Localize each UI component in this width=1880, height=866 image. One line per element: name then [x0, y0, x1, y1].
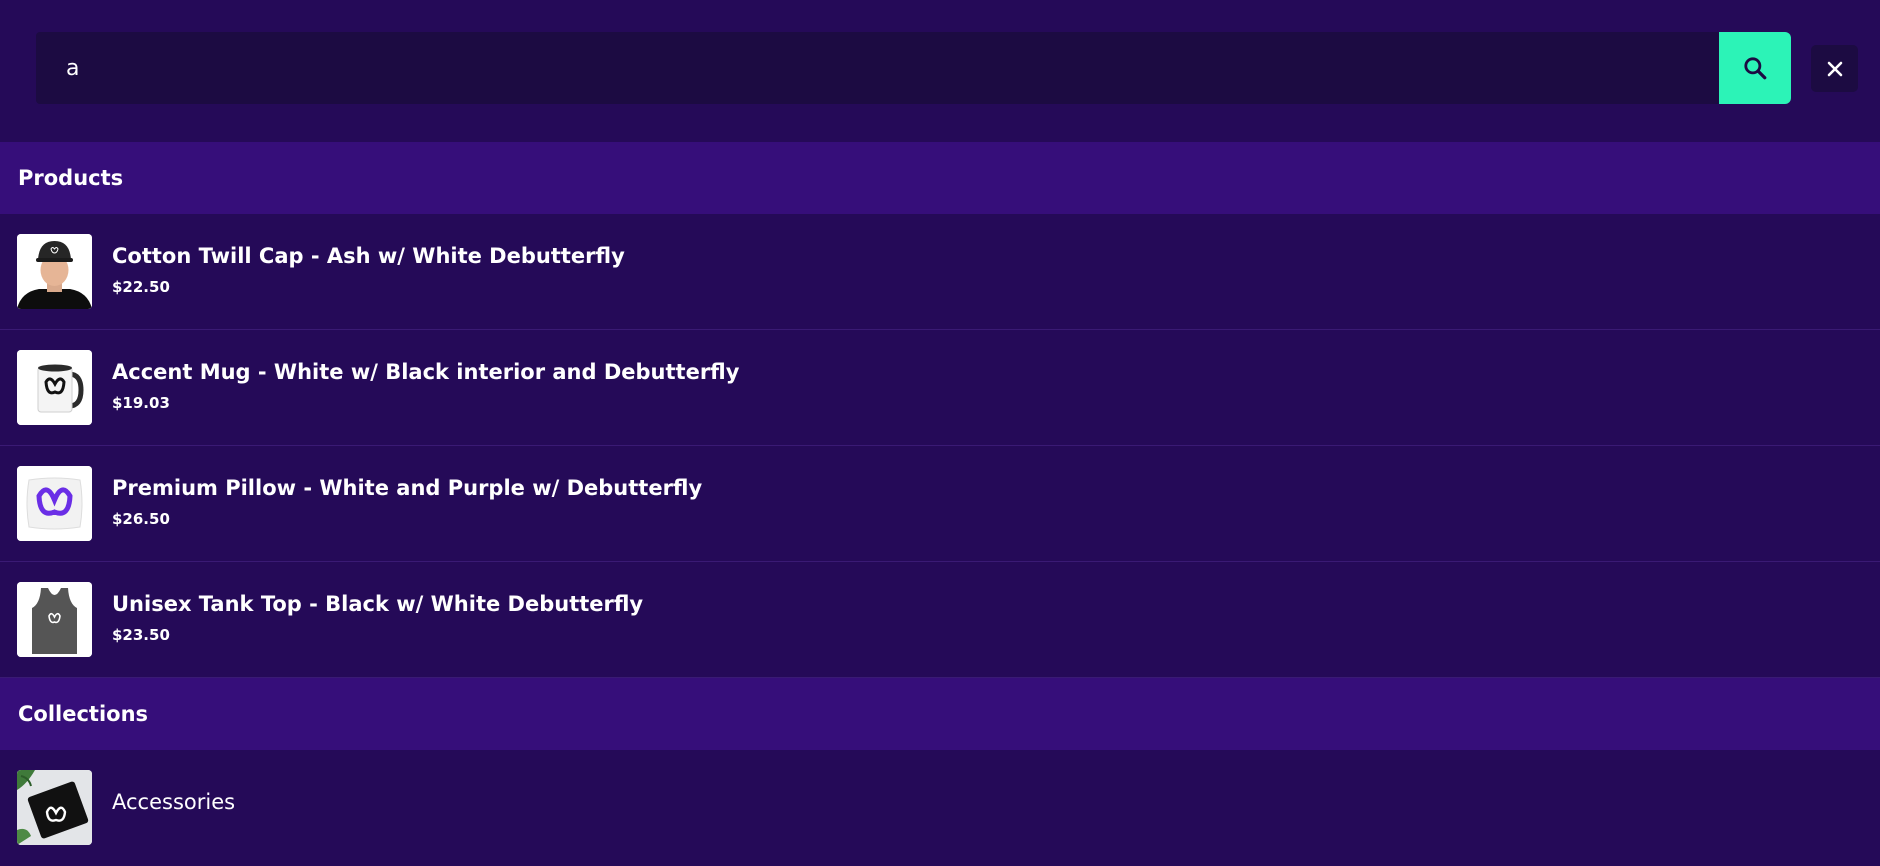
pillow-photo [17, 466, 92, 541]
close-icon [1827, 61, 1842, 76]
products-heading: Products [18, 166, 124, 190]
product-price: $22.50 [112, 278, 170, 296]
product-result-row[interactable]: Unisex Tank Top - Black w/ White Debutte… [0, 562, 1880, 678]
close-button[interactable] [1811, 45, 1858, 92]
products-section-header: Products [0, 142, 1880, 214]
product-title: Unisex Tank Top - Black w/ White Debutte… [112, 592, 644, 616]
product-price: $23.50 [112, 626, 170, 644]
cap-photo [17, 234, 92, 309]
search-bar [0, 0, 1880, 142]
search-icon [1744, 57, 1767, 80]
collection-title: Accessories [112, 790, 236, 814]
mug-photo [17, 350, 92, 425]
product-title: Premium Pillow - White and Purple w/ Deb… [112, 476, 703, 500]
collections-heading: Collections [18, 702, 149, 726]
collections-section-header: Collections [0, 678, 1880, 750]
product-price: $19.03 [112, 394, 170, 412]
search-button[interactable] [1719, 32, 1791, 104]
tank-top-photo [17, 582, 92, 657]
product-price: $26.50 [112, 510, 170, 528]
search-field[interactable] [36, 32, 1720, 104]
search-input[interactable] [36, 32, 1720, 104]
accessories-photo [17, 770, 92, 845]
collection-result-row[interactable]: Accessories [0, 750, 1880, 866]
product-result-row[interactable]: Accent Mug - White w/ Black interior and… [0, 330, 1880, 446]
product-title: Cotton Twill Cap - Ash w/ White Debutter… [112, 244, 625, 268]
product-title: Accent Mug - White w/ Black interior and… [112, 360, 740, 384]
product-result-row[interactable]: Cotton Twill Cap - Ash w/ White Debutter… [0, 214, 1880, 330]
product-result-row[interactable]: Premium Pillow - White and Purple w/ Deb… [0, 446, 1880, 562]
